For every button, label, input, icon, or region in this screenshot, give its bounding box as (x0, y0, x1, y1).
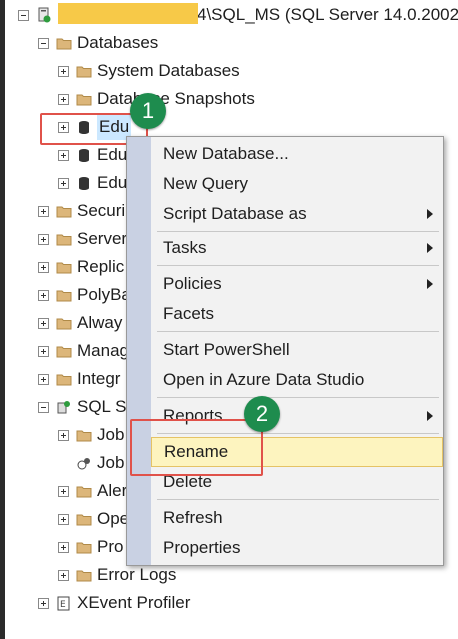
database-icon (75, 147, 93, 163)
tree-node-databases[interactable]: Databases (38, 30, 158, 56)
tree-node-edu[interactable]: Edu (58, 170, 127, 196)
svg-text:E: E (60, 600, 66, 610)
expand-icon[interactable] (38, 345, 49, 357)
tree-node-system-databases[interactable]: System Databases (58, 58, 240, 84)
folder-icon (55, 231, 73, 247)
tree-node-replication[interactable]: Replic (38, 254, 124, 280)
folder-icon (75, 511, 93, 527)
menu-separator (157, 265, 439, 266)
folder-icon (55, 371, 73, 387)
expand-icon[interactable] (58, 569, 69, 581)
xevent-icon: E (55, 595, 73, 611)
step-badge-2: 2 (244, 396, 280, 432)
expand-icon[interactable] (38, 233, 49, 245)
folder-icon (75, 483, 93, 499)
expand-icon[interactable] (58, 429, 69, 441)
menu-icon-gutter (127, 137, 151, 565)
folder-icon (75, 539, 93, 555)
expand-icon[interactable] (38, 597, 49, 609)
tree-node-job-activity-monitor[interactable]: Job (58, 450, 124, 476)
submenu-arrow-icon (427, 243, 433, 253)
menu-separator (157, 397, 439, 398)
menu-item-policies[interactable]: Policies (151, 269, 443, 299)
folder-icon (55, 315, 73, 331)
menu-item-script-database-as[interactable]: Script Database as (151, 199, 443, 229)
expand-icon[interactable] (58, 93, 69, 105)
folder-icon (75, 567, 93, 583)
expand-icon[interactable] (58, 485, 69, 497)
collapse-icon[interactable] (38, 37, 49, 49)
collapse-icon[interactable] (18, 9, 29, 21)
submenu-arrow-icon (427, 411, 433, 421)
folder-icon (55, 35, 73, 51)
step-badge-1: 1 (130, 93, 166, 129)
tree-node-management[interactable]: Manag (38, 338, 129, 364)
server-label: 4\SQL_MS (SQL Server 14.0.2002. (197, 5, 458, 24)
tree-node-server-objects[interactable]: Server (38, 226, 127, 252)
tree-node-sql-server-agent[interactable]: SQL S (38, 394, 126, 420)
menu-item-new-query[interactable]: New Query (151, 169, 443, 199)
database-icon (75, 175, 93, 191)
tree-node-integration-services[interactable]: Integr (38, 366, 120, 392)
tree-node-operators[interactable]: Ope (58, 506, 129, 532)
tree-node-jobs[interactable]: Job (58, 422, 124, 448)
menu-item-facets[interactable]: Facets (151, 299, 443, 329)
menu-item-start-powershell[interactable]: Start PowerShell (151, 335, 443, 365)
expand-icon[interactable] (38, 205, 49, 217)
menu-item-new-database[interactable]: New Database... (151, 139, 443, 169)
server-icon (35, 7, 53, 23)
folder-icon (75, 427, 93, 443)
menu-item-properties[interactable]: Properties (151, 533, 443, 563)
redacted-server-name (58, 3, 198, 24)
expand-icon[interactable] (38, 289, 49, 301)
menu-item-open-azure-data-studio[interactable]: Open in Azure Data Studio (151, 365, 443, 395)
collapse-icon[interactable] (38, 401, 49, 413)
tree-node-always-on[interactable]: Alway (38, 310, 122, 336)
highlight-box-rename (130, 419, 263, 476)
folder-icon (55, 203, 73, 219)
menu-item-tasks[interactable]: Tasks (151, 233, 443, 263)
expand-icon[interactable] (38, 317, 49, 329)
submenu-arrow-icon (427, 279, 433, 289)
expand-icon[interactable] (58, 541, 69, 553)
expand-icon[interactable] (58, 513, 69, 525)
expand-icon[interactable] (38, 373, 49, 385)
tree-node-proxies[interactable]: Pro (58, 534, 123, 560)
context-menu: New Database... New Query Script Databas… (126, 136, 444, 566)
menu-separator (157, 499, 439, 500)
tree-node-edu[interactable]: Edu (58, 142, 127, 168)
expand-icon[interactable] (38, 261, 49, 273)
folder-icon (75, 63, 93, 79)
job-activity-icon (75, 455, 93, 471)
folder-icon (55, 287, 73, 303)
expand-icon[interactable] (58, 177, 69, 189)
submenu-arrow-icon (427, 209, 433, 219)
menu-separator (157, 231, 439, 232)
expand-icon[interactable] (58, 149, 69, 161)
tree-node-polybase[interactable]: PolyBa (38, 282, 131, 308)
expand-icon[interactable] (58, 65, 69, 77)
menu-item-refresh[interactable]: Refresh (151, 503, 443, 533)
sql-agent-icon (55, 399, 73, 415)
folder-icon (55, 259, 73, 275)
tree-node-alerts[interactable]: Aler (58, 478, 127, 504)
menu-separator (157, 331, 439, 332)
tree-node-security[interactable]: Securi (38, 198, 125, 224)
folder-icon (55, 343, 73, 359)
tree-node-xevent-profiler[interactable]: E XEvent Profiler (38, 590, 190, 616)
folder-icon (75, 91, 93, 107)
